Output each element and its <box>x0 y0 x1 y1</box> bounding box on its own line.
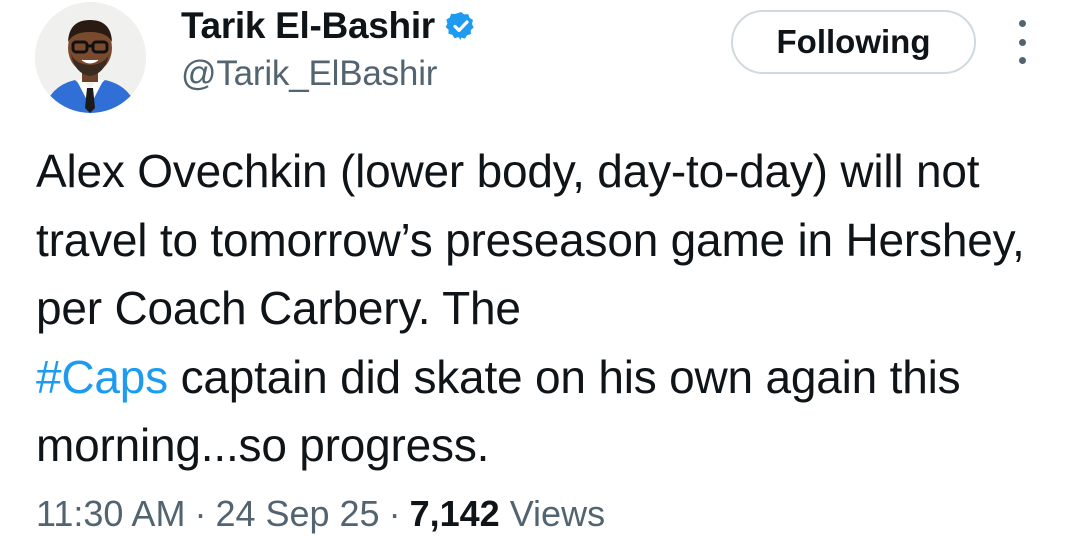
meta-separator: · <box>194 493 207 534</box>
tweet-date[interactable]: 24 Sep 25 <box>215 493 379 535</box>
tweet-text-part: Alex Ovechkin (lower body, day-to-day) w… <box>36 145 1025 334</box>
tweet-text: Alex Ovechkin (lower body, day-to-day) w… <box>36 137 1046 480</box>
tweet-card: Tarik El-Bashir @Tarik_ElBashir Followin… <box>0 0 1080 553</box>
tweet-time[interactable]: 11:30 AM <box>36 493 185 535</box>
author-handle[interactable]: @Tarik_ElBashir <box>181 54 437 94</box>
avatar[interactable] <box>35 2 146 113</box>
verified-badge-icon <box>445 10 477 42</box>
following-button[interactable]: Following <box>731 10 976 74</box>
tweet-meta: 11:30 AM · 24 Sep 25 · 7,142 Views <box>36 491 605 537</box>
hashtag-link[interactable]: #Caps <box>36 351 168 403</box>
views-label: Views <box>509 493 606 534</box>
meta-separator: · <box>388 493 401 534</box>
views-count: 7,142 <box>409 493 500 534</box>
avatar-image <box>35 2 146 113</box>
author-name-row: Tarik El-Bashir <box>181 2 477 50</box>
more-options-icon[interactable] <box>1013 20 1031 64</box>
tweet-text-part: captain did skate on his own again this … <box>36 350 961 472</box>
author-display-name[interactable]: Tarik El-Bashir <box>181 5 435 47</box>
